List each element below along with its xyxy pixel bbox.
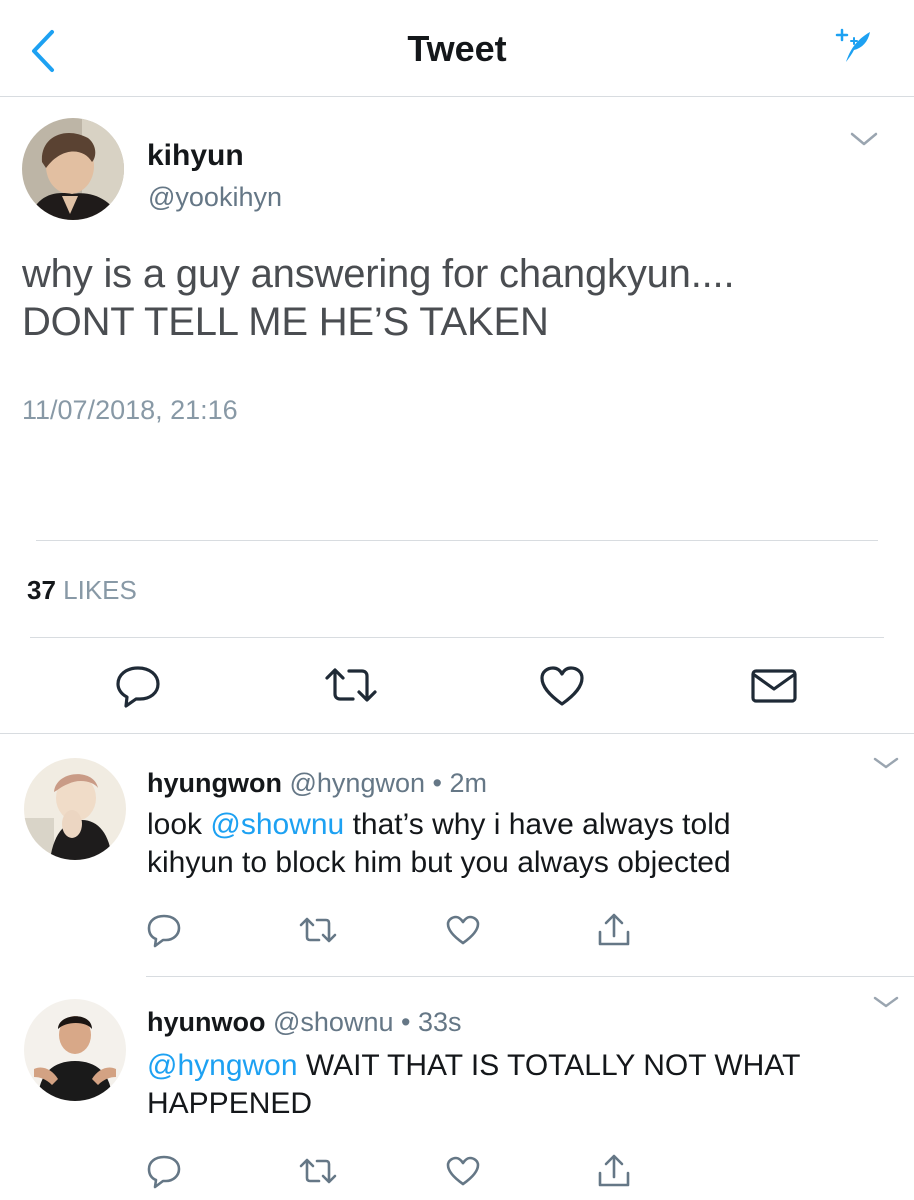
reply-time: 33s bbox=[417, 1007, 462, 1037]
avatar[interactable] bbox=[24, 758, 126, 860]
share-icon bbox=[598, 1154, 630, 1187]
like-button[interactable] bbox=[538, 664, 586, 708]
dot-separator: • bbox=[432, 768, 442, 798]
reply-options-button[interactable] bbox=[872, 993, 900, 1011]
reply-item[interactable]: hyungwon @hyngwon • 2m look @shownu that… bbox=[0, 734, 914, 976]
compose-button[interactable] bbox=[832, 26, 876, 66]
reply-author-handle[interactable]: @shownu bbox=[273, 1007, 393, 1037]
reply-author-name[interactable]: hyunwoo bbox=[147, 1007, 265, 1037]
reply-header: hyunwoo @shownu • 33s bbox=[147, 1007, 462, 1038]
reply-text-line-1: look @shownu that’s why i have always to… bbox=[147, 806, 887, 844]
reply-text-line-2: kihyun to block him but you always objec… bbox=[147, 846, 731, 879]
chevron-down-icon bbox=[850, 132, 878, 146]
like-button[interactable] bbox=[445, 914, 481, 946]
reply-text-line-1: @hyngwon WAIT THAT IS TOTALLY NOT WHAT bbox=[147, 1047, 887, 1085]
reply-author-handle[interactable]: @hyngwon bbox=[290, 768, 426, 798]
reply-author-name[interactable]: hyungwon bbox=[147, 768, 282, 798]
chevron-down-icon bbox=[873, 757, 899, 769]
retweet-button[interactable] bbox=[298, 916, 338, 944]
author-handle[interactable]: @yookihyn bbox=[148, 182, 282, 213]
envelope-icon bbox=[751, 669, 797, 703]
retweet-icon bbox=[299, 917, 337, 943]
likes-count[interactable]: 37 LIKES bbox=[27, 575, 137, 606]
tweet-text: why is a guy answering for changkyun....… bbox=[22, 250, 892, 346]
reply-time: 2m bbox=[449, 768, 487, 798]
reply-button[interactable] bbox=[146, 912, 182, 948]
tweet-text-line-1: why is a guy answering for changkyun.... bbox=[22, 252, 735, 296]
divider bbox=[30, 637, 884, 638]
heart-icon bbox=[446, 1156, 480, 1186]
reply-text: @hyngwon WAIT THAT IS TOTALLY NOT WHAT H… bbox=[147, 1047, 887, 1123]
reply-bubble-icon bbox=[147, 1155, 181, 1189]
tweet-text-line-2: DONT TELL ME HE’S TAKEN bbox=[22, 300, 549, 344]
like-button[interactable] bbox=[445, 1155, 481, 1187]
dot-separator: • bbox=[401, 1007, 411, 1037]
likes-number: 37 bbox=[27, 575, 56, 605]
heart-icon bbox=[540, 666, 584, 706]
reply-text-prefix: look bbox=[147, 808, 211, 841]
reply-options-button[interactable] bbox=[872, 754, 900, 772]
retweet-button[interactable] bbox=[323, 666, 379, 704]
divider bbox=[36, 540, 878, 541]
retweet-icon bbox=[299, 1158, 337, 1184]
profile-photo bbox=[24, 758, 126, 860]
chevron-down-icon bbox=[873, 996, 899, 1008]
reply-button[interactable] bbox=[146, 1153, 182, 1189]
tweet-options-button[interactable] bbox=[848, 128, 880, 150]
retweet-button[interactable] bbox=[298, 1157, 338, 1185]
share-icon bbox=[598, 913, 630, 946]
retweet-icon bbox=[325, 668, 377, 702]
profile-photo bbox=[22, 118, 124, 220]
direct-message-button[interactable] bbox=[750, 668, 798, 704]
likes-label: LIKES bbox=[63, 575, 137, 605]
heart-icon bbox=[446, 915, 480, 945]
reply-button[interactable] bbox=[114, 662, 162, 708]
reply-item[interactable]: hyunwoo @shownu • 33s @hyngwon WAIT THAT… bbox=[0, 977, 914, 1200]
reply-bubble-icon bbox=[147, 914, 181, 948]
share-button[interactable] bbox=[596, 912, 632, 948]
reply-text-suffix: that’s why i have always told bbox=[344, 808, 731, 841]
mention-link[interactable]: @hyngwon bbox=[147, 1049, 298, 1082]
nav-divider bbox=[0, 96, 914, 97]
reply-text: look @shownu that’s why i have always to… bbox=[147, 806, 887, 882]
reply-header: hyungwon @hyngwon • 2m bbox=[147, 768, 487, 799]
page-title: Tweet bbox=[407, 28, 507, 69]
profile-photo bbox=[24, 999, 126, 1101]
reply-text-line-2: HAPPENED bbox=[147, 1087, 313, 1120]
reply-text-suffix: WAIT THAT IS TOTALLY NOT WHAT bbox=[297, 1049, 801, 1082]
avatar[interactable] bbox=[24, 999, 126, 1101]
mention-link[interactable]: @shownu bbox=[210, 808, 344, 841]
avatar[interactable] bbox=[22, 118, 124, 220]
share-button[interactable] bbox=[596, 1153, 632, 1189]
reply-bubble-icon bbox=[116, 666, 160, 708]
author-name[interactable]: kihyun bbox=[147, 139, 244, 173]
compose-sparkle-icon bbox=[835, 28, 870, 62]
tweet-timestamp: 11/07/2018, 21:16 bbox=[22, 395, 238, 425]
